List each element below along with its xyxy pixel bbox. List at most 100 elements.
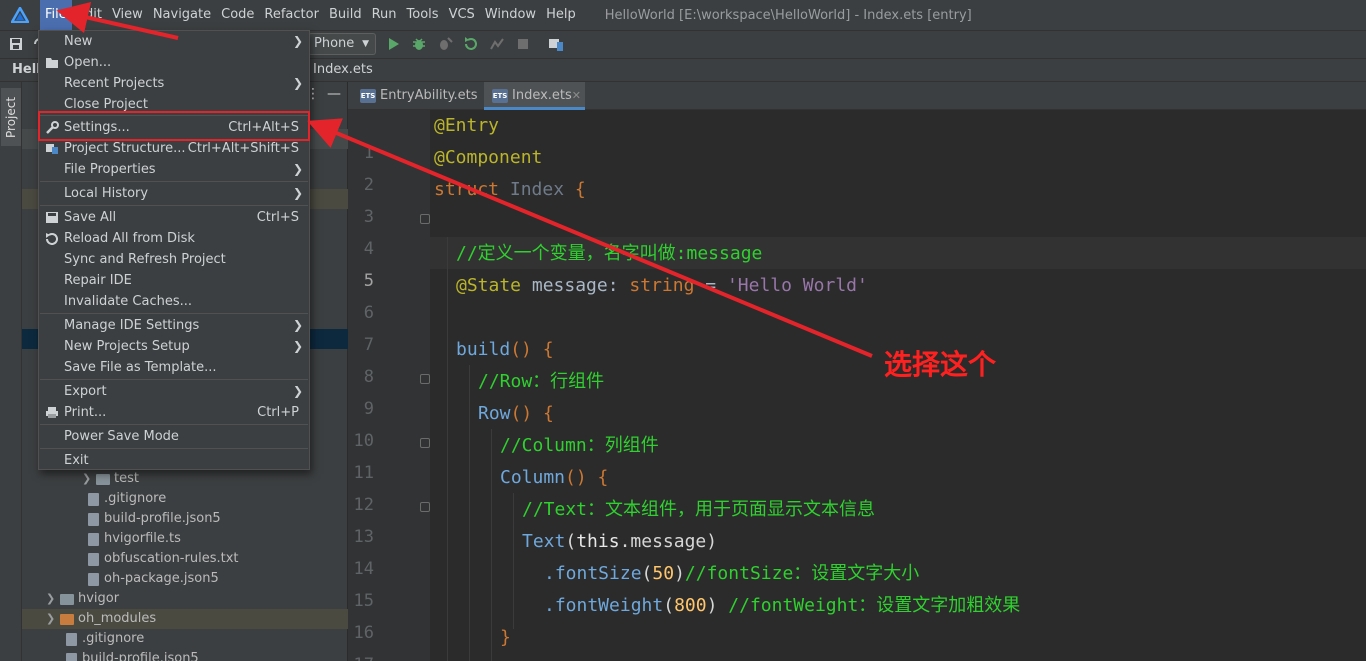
menu-file[interactable]: File: [40, 0, 72, 30]
tree-item-gitignore-root[interactable]: .gitignore: [66, 629, 144, 649]
code-token: 50: [652, 563, 675, 584]
code-token: =: [694, 275, 727, 296]
close-tab-icon[interactable]: ✕: [572, 82, 581, 110]
fold-marker-icon[interactable]: [420, 214, 430, 224]
code-line: .fontSize(50)//fontSize：设置文字大小: [544, 558, 919, 590]
project-tool-tab-label: Project: [4, 96, 18, 138]
minimize-panel-icon[interactable]: —: [327, 86, 341, 102]
app-logo-icon[interactable]: [0, 0, 40, 30]
file-icon: [88, 532, 99, 546]
tree-item-build-profile-root[interactable]: build-profile.json5: [66, 649, 199, 661]
menu-item-new[interactable]: New ❯: [39, 31, 309, 52]
menu-window[interactable]: Window: [480, 0, 541, 30]
menu-separator: [40, 313, 308, 314]
device-select[interactable]: Phone ▼: [308, 33, 376, 55]
menu-item-exit[interactable]: Exit: [39, 450, 309, 471]
tree-item-obfuscation-rules[interactable]: obfuscation-rules.txt: [88, 549, 239, 569]
code-comment: //Text：文本组件，用于页面显示文本信息: [522, 499, 876, 520]
code-token: ): [674, 563, 685, 584]
rerun-icon[interactable]: [463, 36, 479, 52]
tree-item-hvigorfile[interactable]: hvigorfile.ts: [88, 529, 181, 549]
tab-label: Index.ets: [512, 88, 572, 103]
tree-item-label: oh_modules: [78, 611, 157, 626]
tree-item-oh-modules[interactable]: ❯ oh_modules: [46, 609, 156, 629]
menu-help[interactable]: Help: [541, 0, 581, 30]
menu-item-label: Open...: [64, 55, 112, 70]
line-number: 6: [363, 303, 374, 323]
menu-refactor[interactable]: Refactor: [259, 0, 324, 30]
reload-icon: [46, 233, 58, 245]
tool-window-strip: Project: [0, 82, 22, 661]
annotation-label: 选择这个: [884, 348, 997, 381]
menu-item-power-save-mode[interactable]: Power Save Mode: [39, 426, 309, 447]
tab-entryability[interactable]: ETS EntryAbility.ets: [352, 82, 484, 110]
menu-build[interactable]: Build: [324, 0, 367, 30]
code-token: {: [574, 179, 586, 200]
tab-index[interactable]: ETS Index.ets ✕: [484, 82, 585, 110]
menu-item-print[interactable]: Print... Ctrl+P: [39, 402, 309, 423]
menu-item-local-history[interactable]: Local History ❯: [39, 183, 309, 204]
menu-item-label: Reload All from Disk: [64, 231, 195, 246]
project-tool-tab[interactable]: Project: [1, 88, 21, 146]
code-comment: //定义一个变量，名字叫做:message: [456, 243, 763, 264]
submenu-arrow-icon: ❯: [292, 384, 303, 398]
fold-marker-icon[interactable]: [420, 438, 430, 448]
tree-item-hvigor[interactable]: ❯ hvigor: [46, 589, 119, 609]
tree-item-test[interactable]: ❯ test: [82, 469, 139, 489]
line-number-current: 5: [363, 271, 374, 291]
tree-item-oh-package[interactable]: oh-package.json5: [88, 569, 219, 589]
chevron-right-icon[interactable]: ❯: [46, 589, 60, 609]
menu-item-new-projects-setup[interactable]: New Projects Setup ❯: [39, 336, 309, 357]
menu-item-file-properties[interactable]: File Properties ❯: [39, 159, 309, 180]
menu-item-reload-all[interactable]: Reload All from Disk: [39, 228, 309, 249]
device-manager-icon[interactable]: [548, 36, 564, 52]
fold-marker-icon[interactable]: [420, 374, 430, 384]
code-token: .message): [619, 531, 718, 552]
submenu-arrow-icon: ❯: [292, 76, 303, 90]
chevron-right-icon[interactable]: ❯: [82, 469, 96, 489]
menu-edit[interactable]: Edit: [72, 0, 107, 30]
submenu-arrow-icon: ❯: [292, 186, 303, 200]
tree-item-gitignore[interactable]: .gitignore: [88, 489, 166, 509]
menu-vcs[interactable]: VCS: [444, 0, 480, 30]
menu-code[interactable]: Code: [216, 0, 259, 30]
menu-item-invalidate-caches[interactable]: Invalidate Caches...: [39, 291, 309, 312]
fold-marker-icon[interactable]: [420, 502, 430, 512]
menu-item-manage-ide-settings[interactable]: Manage IDE Settings ❯: [39, 315, 309, 336]
run-icon[interactable]: [385, 36, 401, 52]
code-token: Index: [499, 179, 575, 200]
code-token: Column: [500, 467, 566, 488]
menu-item-open[interactable]: Open...: [39, 52, 309, 73]
menu-item-label: Recent Projects: [64, 76, 165, 91]
menu-item-sync-refresh[interactable]: Sync and Refresh Project: [39, 249, 309, 270]
menu-item-project-structure[interactable]: Project Structure... Ctrl+Alt+Shift+S: [39, 138, 309, 159]
stop-icon[interactable]: [515, 36, 531, 52]
line-number: 1: [363, 143, 374, 163]
code-comment: //Row：行组件: [478, 371, 605, 392]
menu-item-repair-ide[interactable]: Repair IDE: [39, 270, 309, 291]
tree-item-label: .gitignore: [82, 631, 145, 646]
menu-tools[interactable]: Tools: [402, 0, 444, 30]
menu-item-label: Manage IDE Settings: [64, 318, 200, 333]
menu-item-label: Save File as Template...: [64, 360, 217, 375]
menu-run[interactable]: Run: [367, 0, 402, 30]
menu-item-recent-projects[interactable]: Recent Projects ❯: [39, 73, 309, 94]
file-icon: [88, 552, 99, 566]
menu-navigate[interactable]: Navigate: [148, 0, 216, 30]
menu-item-save-as-template[interactable]: Save File as Template...: [39, 357, 309, 378]
menu-item-export[interactable]: Export ❯: [39, 381, 309, 402]
code-line: }: [500, 622, 511, 654]
menu-view[interactable]: View: [107, 0, 148, 30]
code-line: build() {: [456, 334, 554, 366]
menu-item-save-all[interactable]: Save All Ctrl+S: [39, 207, 309, 228]
breadcrumb-file[interactable]: Index.ets: [313, 62, 373, 77]
profile-icon[interactable]: [489, 36, 505, 52]
save-icon[interactable]: [8, 36, 24, 52]
menu-item-shortcut: Ctrl+P: [257, 405, 299, 420]
print-icon: [46, 407, 58, 418]
code-token: 800: [674, 595, 707, 616]
debug-icon[interactable]: [411, 36, 427, 52]
tree-item-build-profile[interactable]: build-profile.json5: [88, 509, 221, 529]
attach-debugger-icon[interactable]: [437, 36, 453, 52]
chevron-right-icon[interactable]: ❯: [46, 609, 60, 629]
